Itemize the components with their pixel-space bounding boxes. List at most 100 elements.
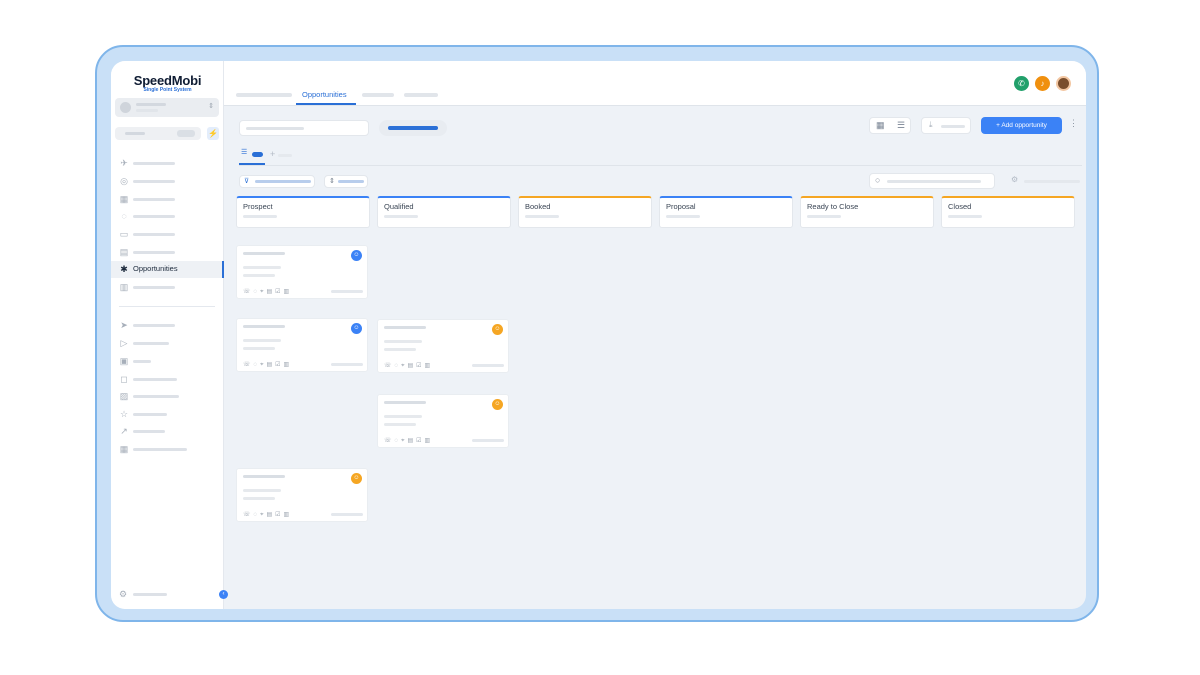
- receipt-icon: ▥: [119, 282, 129, 292]
- sidebar-item-reputation[interactable]: ☆: [111, 406, 224, 423]
- user-icon[interactable]: ☺: [492, 399, 503, 410]
- sidebar-item-label: Opportunities: [133, 264, 178, 273]
- add-subtab-icon[interactable]: +: [270, 149, 275, 159]
- search-icon: ○: [875, 175, 881, 185]
- sidebar-item-marketing[interactable]: ➤: [111, 317, 224, 334]
- app-window: SpeedMobi Single Point System ⇕ ⚡ ✈ ◎ ▦ …: [111, 61, 1086, 609]
- sort-icon: ⇕: [329, 178, 335, 185]
- globe-icon: ▣: [119, 356, 129, 366]
- subtab-all[interactable]: ☰: [241, 149, 263, 157]
- card-actions: ☏◌⌖▤☑▥: [243, 289, 293, 295]
- filter-icon: ⊽: [244, 178, 250, 185]
- stage-column-booked: Booked: [518, 196, 652, 228]
- apps-icon: ▦: [119, 444, 129, 454]
- sidebar-search[interactable]: [115, 127, 201, 140]
- send-icon: ➤: [120, 320, 128, 330]
- avatar: [120, 102, 131, 113]
- opportunity-card[interactable]: ☺ ☏◌⌖▤☑▥: [377, 319, 509, 373]
- more-options-icon[interactable]: ⋮: [1069, 118, 1078, 129]
- pipeline-select[interactable]: [239, 120, 369, 136]
- gear-icon[interactable]: ⚙: [1011, 175, 1018, 184]
- tab-opportunities[interactable]: Opportunities: [302, 90, 347, 99]
- sidebar-item-contacts[interactable]: ▤: [111, 244, 224, 261]
- user-icon[interactable]: ☺: [492, 324, 503, 335]
- opportunity-card[interactable]: ☺ ☏◌⌖▤☑▥: [236, 468, 368, 522]
- trend-icon: ↗: [120, 426, 128, 436]
- stage-column-proposal: Proposal: [659, 196, 793, 228]
- main-content: ▦ ☰ ⤓ + Add opportunity ⋮ ☰ + ⊽ ⇕ ○ ⚙ Pr…: [224, 107, 1086, 609]
- grid-view-icon[interactable]: ▦: [876, 120, 885, 131]
- sidebar-item-settings[interactable]: ⚙: [111, 588, 224, 602]
- card-actions: ☏◌⌖▤☑▥: [384, 363, 434, 369]
- gauge-icon: ◎: [120, 176, 128, 186]
- list-icon: ☰: [241, 149, 248, 156]
- sidebar-item-automation[interactable]: ▷: [111, 335, 224, 352]
- sidebar-item-memberships[interactable]: ◻: [111, 371, 224, 388]
- tab-placeholder[interactable]: [236, 93, 292, 97]
- view-toggle[interactable]: ▦ ☰: [869, 117, 911, 134]
- sidebar-item-reporting[interactable]: ↗: [111, 423, 224, 440]
- stage-title: Booked: [525, 202, 551, 211]
- user-icon[interactable]: ☺: [351, 250, 362, 261]
- star-icon: ☆: [119, 409, 129, 419]
- card-actions: ☏◌⌖▤☑▥: [243, 512, 293, 518]
- device-frame: SpeedMobi Single Point System ⇕ ⚡ ✈ ◎ ▦ …: [95, 45, 1099, 622]
- stage-title: Qualified: [384, 202, 414, 211]
- list-view-icon[interactable]: ☰: [897, 120, 905, 131]
- sidebar-item-conversations[interactable]: ◌: [111, 208, 224, 225]
- stage-column-qualified: Qualified: [377, 196, 511, 228]
- sidebar-item-dashboard[interactable]: ◎: [111, 173, 224, 190]
- sidebar-item-launchpad[interactable]: ✈: [111, 155, 224, 172]
- opportunity-card[interactable]: ☺ ☏◌⌖▤☑▥: [236, 245, 368, 299]
- chevron-updown-icon: ⇕: [208, 103, 214, 110]
- grid-icon: ▦: [119, 194, 129, 204]
- export-button[interactable]: ⤓: [921, 117, 971, 134]
- avatar[interactable]: [1056, 76, 1071, 91]
- pipeline-tab[interactable]: [379, 120, 447, 136]
- sidebar-item-opportunities[interactable]: ✱ Opportunities: [111, 261, 224, 278]
- contacts-icon: ▤: [119, 247, 129, 257]
- tab-active-indicator: [296, 103, 356, 105]
- sidebar-item-calendar[interactable]: ▭: [111, 226, 224, 243]
- top-bar: Opportunities ✆ ♪: [224, 61, 1086, 106]
- user-icon[interactable]: ☺: [351, 473, 362, 484]
- stage-title: Proposal: [666, 202, 696, 211]
- sort-button[interactable]: ⇕: [324, 175, 368, 188]
- stage-title: Closed: [948, 202, 972, 211]
- sidebar-item-media[interactable]: ▨: [111, 388, 224, 405]
- logo-title: SpeedMobi: [133, 73, 202, 88]
- bell-icon[interactable]: ♪: [1035, 76, 1050, 91]
- sidebar-item-sites[interactable]: ▣: [111, 353, 224, 370]
- logo-tagline: Single Point System: [143, 87, 192, 93]
- card-actions: ☏◌⌖▤☑▥: [243, 362, 293, 368]
- logo: SpeedMobi Single Point System: [111, 73, 224, 93]
- stage-title: Ready to Close: [807, 202, 859, 211]
- phone-icon[interactable]: ✆: [1014, 76, 1029, 91]
- filter-button[interactable]: ⊽: [239, 175, 315, 188]
- badge-icon: ◻: [120, 374, 128, 384]
- opportunity-card[interactable]: ☺ ☏◌⌖▤☑▥: [377, 394, 509, 448]
- subtabs-divider: [239, 165, 1082, 166]
- sidebar-item-payments[interactable]: ▥: [111, 279, 224, 296]
- opportunity-card[interactable]: ☺ ☏◌⌖▤☑▥: [236, 318, 368, 372]
- stage-column-closed: Closed: [941, 196, 1075, 228]
- opportunities-icon: ✱: [120, 264, 128, 274]
- gear-icon: ⚙: [119, 589, 128, 599]
- image-icon: ▨: [119, 391, 129, 401]
- stage-title: Prospect: [243, 202, 273, 211]
- tab-placeholder[interactable]: [404, 93, 438, 97]
- add-opportunity-button[interactable]: + Add opportunity: [981, 117, 1062, 134]
- sidebar-item-apps[interactable]: ▦: [111, 191, 224, 208]
- card-actions: ☏◌⌖▤☑▥: [384, 438, 434, 444]
- add-opportunity-label: Add opportunity: [1001, 122, 1047, 129]
- quick-action-icon[interactable]: ⚡: [207, 127, 219, 140]
- sidebar: SpeedMobi Single Point System ⇕ ⚡ ✈ ◎ ▦ …: [111, 61, 224, 609]
- sidebar-item-marketplace[interactable]: ▦: [111, 441, 224, 458]
- tab-placeholder[interactable]: [362, 93, 394, 97]
- search-input[interactable]: ○: [869, 173, 995, 189]
- play-icon: ▷: [120, 338, 128, 348]
- calendar-icon: ▭: [119, 229, 129, 239]
- user-icon[interactable]: ☺: [351, 323, 362, 334]
- account-switcher[interactable]: ⇕: [115, 98, 219, 117]
- chat-icon: ◌: [121, 211, 127, 221]
